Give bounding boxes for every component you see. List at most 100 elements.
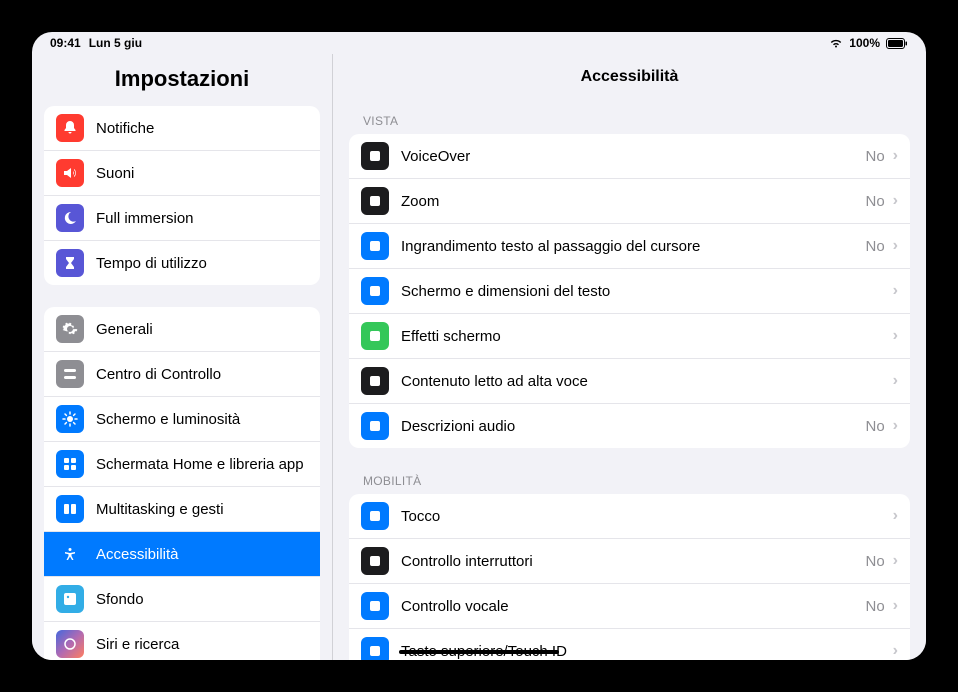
detail-row-label: Effetti schermo	[401, 328, 893, 345]
wallpaper-icon	[56, 585, 84, 613]
status-bar: 09:41 Lun 5 giu 100%	[32, 32, 926, 54]
detail-row-ingrandimento-testo-al-passaggio-del-cursore[interactable]: Ingrandimento testo al passaggio del cur…	[349, 224, 910, 269]
moon-icon	[56, 204, 84, 232]
detail-row-label: VoiceOver	[401, 148, 865, 165]
sidebar-item-label: Siri e ricerca	[96, 636, 308, 653]
detail-row-label: Descrizioni audio	[401, 418, 865, 435]
sidebar-item-siri-e-ricerca[interactable]: Siri e ricerca	[44, 622, 320, 660]
chevron-right-icon: ›	[893, 372, 898, 390]
status-time: 09:41	[50, 36, 81, 50]
sidebar-item-label: Accessibilità	[96, 546, 308, 563]
detail-row-label: Controllo interruttori	[401, 553, 865, 570]
hourglass-icon	[56, 249, 84, 277]
detail-row-controllo-interruttori[interactable]: Controllo interruttoriNo ›	[349, 539, 910, 584]
sidebar-item-label: Full immersion	[96, 210, 308, 227]
detail-row-voiceover[interactable]: VoiceOverNo ›	[349, 134, 910, 179]
battery-icon	[886, 38, 908, 49]
chevron-right-icon: ›	[893, 282, 898, 300]
sidebar-group-2: Generali Centro di Controllo Schermo e lum…	[44, 307, 320, 660]
sidebar-item-notifiche[interactable]: Notifiche	[44, 106, 320, 151]
detail-row-value: No	[865, 148, 884, 165]
gear-icon	[56, 315, 84, 343]
detail-row-contenuto-letto-ad-alta-voce[interactable]: Contenuto letto ad alta voce›	[349, 359, 910, 404]
row-icon	[361, 547, 389, 575]
detail-row-value: No	[865, 553, 884, 570]
row-icon	[361, 502, 389, 530]
sidebar-item-label: Schermata Home e libreria app	[96, 456, 308, 473]
detail-row-label: Schermo e dimensioni del testo	[401, 283, 893, 300]
detail-row-label: Contenuto letto ad alta voce	[401, 373, 893, 390]
brightness-icon	[56, 405, 84, 433]
chevron-right-icon: ›	[893, 597, 898, 615]
detail-row-label: Ingrandimento testo al passaggio del cur…	[401, 238, 865, 255]
sidebar-item-accessibilit-[interactable]: Accessibilità	[44, 532, 320, 577]
chevron-right-icon: ›	[893, 552, 898, 570]
section-header: MOBILITÀ	[349, 462, 910, 494]
sidebar-item-schermo-e-luminosit-[interactable]: Schermo e luminosità	[44, 397, 320, 442]
split-content: Impostazioni Notifiche Suoni Full immersio…	[32, 54, 926, 660]
detail-row-tocco[interactable]: Tocco›	[349, 494, 910, 539]
screen: 09:41 Lun 5 giu 100% Impostazioni Notifi…	[32, 32, 926, 660]
sidebar-item-generali[interactable]: Generali	[44, 307, 320, 352]
detail-group: Tocco›Controllo interruttoriNo›Controllo…	[349, 494, 910, 660]
switches-icon	[56, 360, 84, 388]
detail-row-label: Controllo vocale	[401, 598, 865, 615]
status-date: Lun 5 giu	[89, 36, 142, 50]
chevron-right-icon: ›	[893, 507, 898, 525]
row-icon	[361, 187, 389, 215]
row-icon	[361, 277, 389, 305]
detail-row-tasto-superiore-touch-id[interactable]: Tasto superiore/Touch ID›	[349, 629, 910, 660]
sidebar-item-tempo-di-utilizzo[interactable]: Tempo di utilizzo	[44, 241, 320, 285]
sidebar-item-multitasking-e-gesti[interactable]: Multitasking e gesti	[44, 487, 320, 532]
detail-row-zoom[interactable]: ZoomNo ›	[349, 179, 910, 224]
detail-row-label: Tocco	[401, 508, 893, 525]
sidebar-item-full-immersion[interactable]: Full immersion	[44, 196, 320, 241]
row-icon	[361, 412, 389, 440]
chevron-right-icon: ›	[893, 642, 898, 660]
row-icon	[361, 322, 389, 350]
row-icon	[361, 232, 389, 260]
row-icon	[361, 637, 389, 660]
detail-row-descrizioni-audio[interactable]: Descrizioni audioNo›	[349, 404, 910, 448]
wifi-icon	[829, 38, 843, 48]
sidebar-scroll[interactable]: Notifiche Suoni Full immersion Tempo di uti…	[32, 106, 332, 660]
home-indicator[interactable]	[399, 650, 559, 654]
sidebar-item-label: Multitasking e gesti	[96, 501, 308, 518]
detail-row-schermo-e-dimensioni-del-testo[interactable]: Schermo e dimensioni del testo›	[349, 269, 910, 314]
sidebar-item-label: Sfondo	[96, 591, 308, 608]
status-battery-pct: 100%	[849, 36, 880, 50]
sidebar-item-label: Tempo di utilizzo	[96, 255, 308, 272]
detail-row-value: No	[865, 193, 884, 210]
detail-row-controllo-vocale[interactable]: Controllo vocaleNo ›	[349, 584, 910, 629]
sidebar-item-sfondo[interactable]: Sfondo	[44, 577, 320, 622]
detail-scroll[interactable]: VISTAVoiceOverNo›ZoomNo›Ingrandimento te…	[333, 102, 926, 660]
sidebar-title: Impostazioni	[32, 54, 332, 106]
sidebar: Impostazioni Notifiche Suoni Full immersio…	[32, 54, 332, 660]
chevron-right-icon: ›	[893, 147, 898, 165]
detail-group: VoiceOverNo›ZoomNo›Ingrandimento testo a…	[349, 134, 910, 448]
multitask-icon	[56, 495, 84, 523]
chevron-right-icon: ›	[893, 192, 898, 210]
detail-pane: Accessibilità VISTAVoiceOverNo›ZoomNo›In…	[332, 54, 926, 660]
speaker-icon	[56, 159, 84, 187]
siri-icon	[56, 630, 84, 658]
sidebar-item-label: Schermo e luminosità	[96, 411, 308, 428]
sidebar-item-centro-di-controllo[interactable]: Centro di Controllo	[44, 352, 320, 397]
bell-icon	[56, 114, 84, 142]
sidebar-item-label: Notifiche	[96, 120, 308, 137]
detail-row-effetti-schermo[interactable]: Effetti schermo›	[349, 314, 910, 359]
detail-row-label: Zoom	[401, 193, 865, 210]
sidebar-item-suoni[interactable]: Suoni	[44, 151, 320, 196]
sidebar-item-schermata-home-e-libreria-app[interactable]: Schermata Home e libreria app	[44, 442, 320, 487]
sidebar-item-label: Centro di Controllo	[96, 366, 308, 383]
row-icon	[361, 142, 389, 170]
chevron-right-icon: ›	[893, 417, 898, 435]
row-icon	[361, 592, 389, 620]
sidebar-group-1: Notifiche Suoni Full immersion Tempo di uti…	[44, 106, 320, 285]
chevron-right-icon: ›	[893, 327, 898, 345]
grid-icon	[56, 450, 84, 478]
section-header: VISTA	[349, 102, 910, 134]
row-icon	[361, 367, 389, 395]
detail-row-value: No	[865, 598, 884, 615]
ipad-device-frame: 09:41 Lun 5 giu 100% Impostazioni Notifi…	[10, 10, 948, 682]
